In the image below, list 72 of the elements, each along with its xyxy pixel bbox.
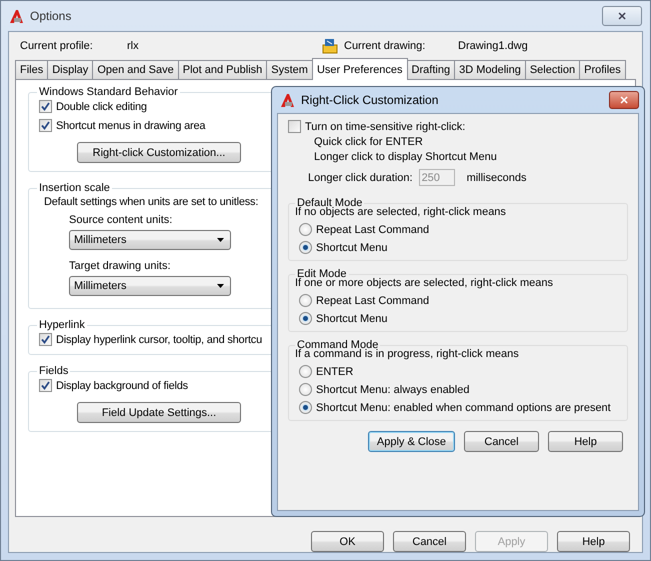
field-label: Longer click duration: bbox=[308, 172, 413, 184]
checkbox-label: Shortcut menus in drawing area bbox=[56, 120, 206, 132]
app-logo-icon bbox=[280, 92, 295, 108]
drawing-label: Current drawing: bbox=[344, 40, 426, 52]
profile-value: rlx bbox=[127, 40, 140, 52]
dialog-button[interactable]: Cancel bbox=[393, 531, 466, 552]
tab[interactable]: Files bbox=[15, 60, 48, 79]
dropdown-arrow-icon bbox=[217, 238, 224, 242]
tab[interactable]: 3D Modeling bbox=[454, 60, 526, 79]
dialog-button[interactable]: Apply & Close bbox=[368, 431, 455, 452]
tab[interactable]: Display bbox=[47, 60, 94, 79]
checkbox[interactable] bbox=[288, 120, 301, 133]
radio-button[interactable] bbox=[299, 365, 312, 378]
field-label: Source content units: bbox=[69, 214, 174, 226]
dialog-button[interactable]: OK bbox=[311, 531, 384, 552]
profile-label: Current profile: bbox=[20, 40, 94, 52]
checkbox-label: Turn on time-sensitive right-click: bbox=[305, 120, 466, 132]
drawing-file-icon bbox=[322, 38, 338, 54]
radio-label: Shortcut Menu: always enabled bbox=[316, 384, 470, 396]
checkbox-label: Display background of fields bbox=[56, 380, 188, 392]
checkbox[interactable] bbox=[39, 119, 52, 132]
radio-button[interactable] bbox=[299, 294, 312, 307]
radio-button[interactable] bbox=[299, 241, 312, 254]
tab[interactable]: Selection bbox=[524, 60, 580, 79]
radio-button[interactable] bbox=[299, 312, 312, 325]
group-title: Edit Mode bbox=[297, 268, 348, 280]
radio-label: Shortcut Menu bbox=[316, 242, 388, 254]
group-title: Fields bbox=[38, 365, 70, 377]
radio-label: Shortcut Menu bbox=[316, 312, 388, 324]
units-dropdown[interactable]: Millimeters bbox=[69, 230, 231, 250]
dropdown-arrow-icon bbox=[217, 284, 224, 288]
units-dropdown[interactable]: Millimeters bbox=[69, 276, 231, 296]
tab[interactable]: User Preferences bbox=[312, 58, 408, 80]
close-button[interactable]: ✕ bbox=[602, 6, 642, 26]
radio-label: Shortcut Menu: enabled when command options are present bbox=[316, 402, 611, 414]
radio-label: Repeat Last Command bbox=[316, 224, 430, 236]
radio-label: ENTER bbox=[316, 366, 354, 378]
dialog-button[interactable]: Help bbox=[557, 531, 630, 552]
settings-button[interactable]: Field Update Settings... bbox=[77, 402, 241, 423]
group-title: Insertion scale bbox=[38, 182, 111, 194]
dialog-title: Right-Click Customization bbox=[301, 93, 440, 107]
settings-button[interactable]: Right-click Customization... bbox=[77, 142, 241, 163]
note-text: Quick click for ENTER bbox=[313, 136, 424, 148]
radio-button[interactable] bbox=[299, 223, 312, 236]
checkbox[interactable] bbox=[39, 100, 52, 113]
tab[interactable]: Profiles bbox=[579, 60, 626, 79]
note-text: Longer click to display Shortcut Menu bbox=[313, 151, 498, 163]
tab[interactable]: Plot and Publish bbox=[178, 60, 268, 79]
description-text: Default settings when units are set to unitless: bbox=[44, 196, 258, 208]
checkbox-label: Double click editing bbox=[56, 100, 147, 112]
description-text: If no objects are selected, right-click means bbox=[295, 206, 507, 218]
tab[interactable]: System bbox=[266, 60, 313, 79]
window-title: Options bbox=[30, 9, 72, 23]
radio-label: Repeat Last Command bbox=[316, 294, 430, 306]
dialog-button[interactable]: Cancel bbox=[464, 431, 539, 452]
tab[interactable]: Drafting bbox=[406, 60, 456, 79]
description-text: If one or more objects are selected, right-click means bbox=[295, 277, 554, 289]
field-label: Target drawing units: bbox=[69, 260, 172, 272]
checkbox-label: Display hyperlink cursor, tooltip, and shortcu bbox=[56, 334, 262, 346]
radio-button[interactable] bbox=[299, 401, 312, 414]
unit-label: milliseconds bbox=[466, 172, 526, 184]
tab[interactable]: Open and Save bbox=[92, 60, 179, 79]
group-title: Hyperlink bbox=[38, 319, 86, 331]
description-text: If a command is in progress, right-click means bbox=[295, 348, 520, 360]
group-title: Command Mode bbox=[297, 339, 378, 351]
checkbox[interactable] bbox=[39, 333, 52, 346]
group-title: Windows Standard Behavior bbox=[38, 86, 179, 98]
checkbox[interactable] bbox=[39, 379, 52, 392]
radio-button[interactable] bbox=[299, 383, 312, 396]
drawing-value: Drawing1.dwg bbox=[458, 40, 528, 52]
app-logo-icon bbox=[9, 8, 24, 24]
dialog-button[interactable]: Help bbox=[548, 431, 623, 452]
